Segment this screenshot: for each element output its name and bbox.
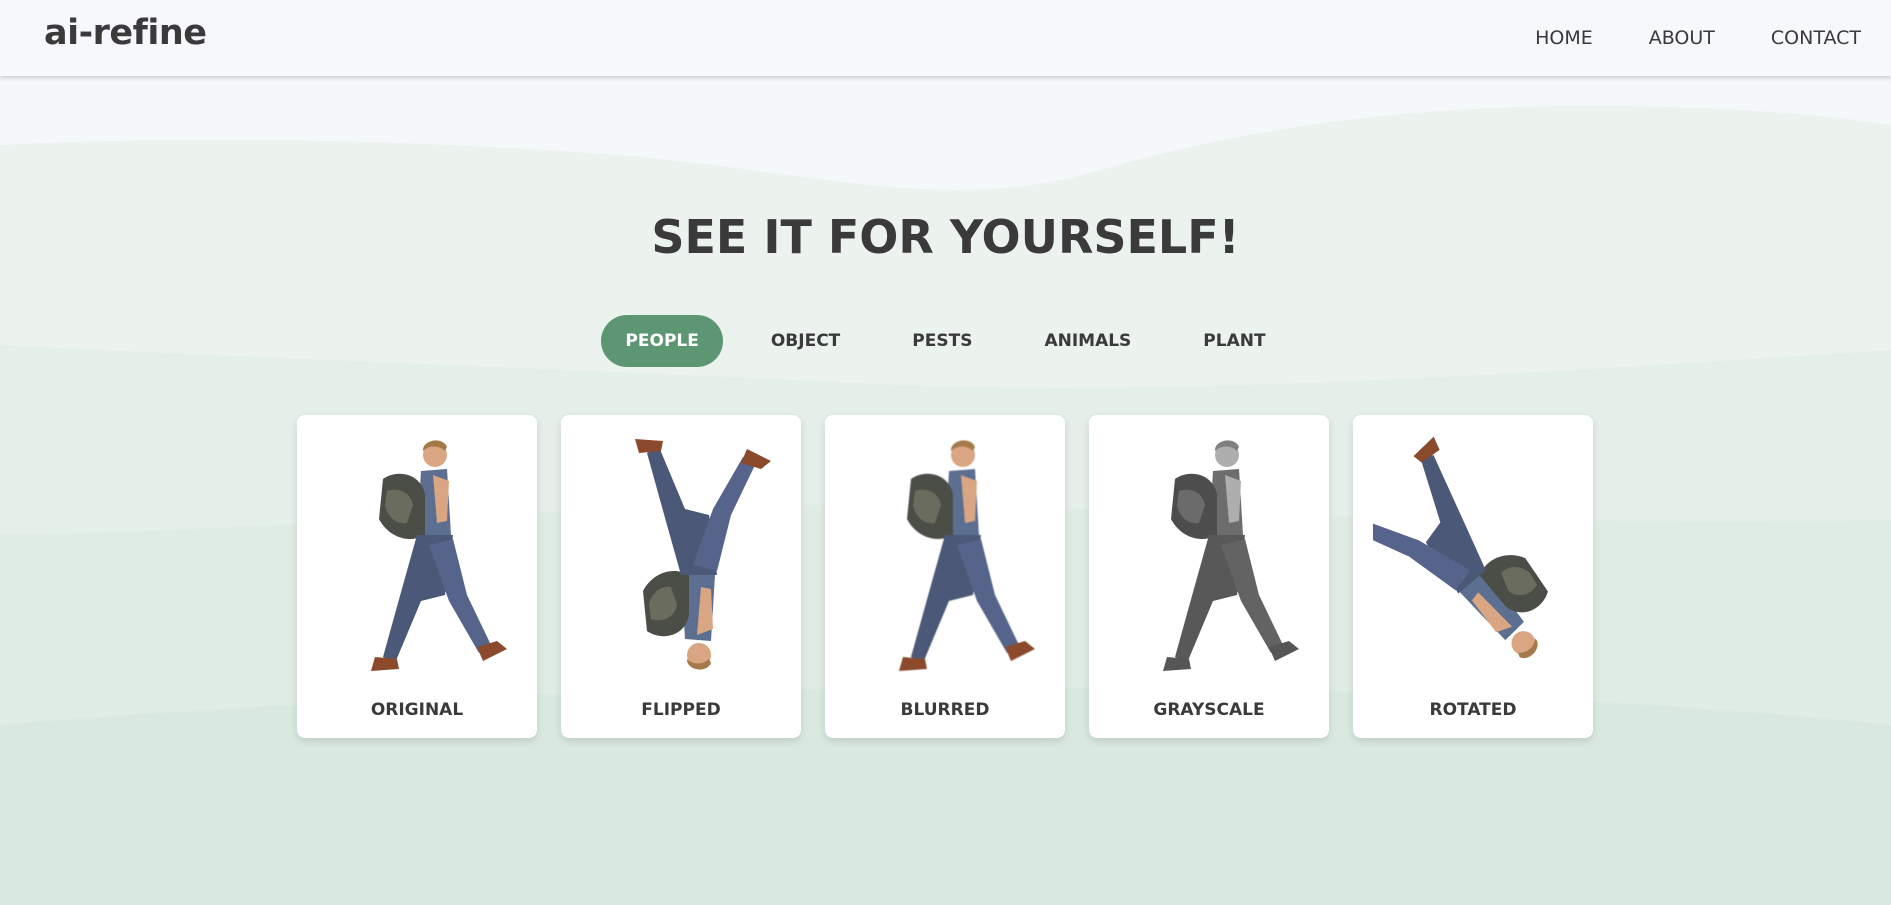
person-rotated-image [1373, 436, 1548, 659]
person-grayscale-image [1163, 440, 1299, 671]
tab-animals[interactable]: ANIMALS [1020, 315, 1155, 367]
person-blurred-image [899, 440, 1035, 671]
person-walking-image [371, 440, 507, 671]
main-nav: HOME ABOUT CONTACT [1479, 0, 1861, 76]
example-cards: ORIGINAL FLIPPED BLURRED GRAYSCALE ROTAT… [297, 415, 1593, 738]
card-label: FLIPPED [641, 700, 721, 720]
card-label: ORIGINAL [370, 700, 464, 720]
nav-home-link[interactable]: HOME [1535, 27, 1593, 49]
logo[interactable]: ai-refine [44, 13, 207, 53]
tab-people[interactable]: PEOPLE [601, 315, 723, 367]
tab-plant[interactable]: PLANT [1179, 315, 1289, 367]
page: ai-refine HOME ABOUT CONTACT SEE IT FOR … [0, 0, 1891, 905]
card-label: ROTATED [1429, 700, 1517, 720]
card-blurred[interactable]: BLURRED [825, 415, 1065, 738]
category-tabs: PEOPLE OBJECT PESTS ANIMALS PLANT [0, 315, 1891, 367]
card-flipped[interactable]: FLIPPED [561, 415, 801, 738]
tab-pests[interactable]: PESTS [888, 315, 996, 367]
site-header: ai-refine HOME ABOUT CONTACT [0, 0, 1891, 76]
section-title: SEE IT FOR YOURSELF! [651, 210, 1240, 264]
person-flipped-image [635, 439, 771, 670]
nav-contact-link[interactable]: CONTACT [1771, 27, 1861, 49]
card-rotated[interactable]: ROTATED [1353, 415, 1593, 738]
tab-object[interactable]: OBJECT [747, 315, 864, 367]
card-original[interactable]: ORIGINAL [297, 415, 537, 738]
card-label: BLURRED [900, 700, 990, 720]
card-grayscale[interactable]: GRAYSCALE [1089, 415, 1329, 738]
card-label: GRAYSCALE [1153, 700, 1265, 720]
nav-about-link[interactable]: ABOUT [1649, 27, 1715, 49]
